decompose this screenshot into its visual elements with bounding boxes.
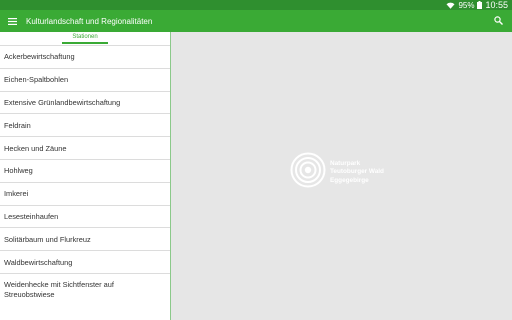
list-item[interactable]: Eichen-Spaltbohlen [0,67,170,91]
list-item[interactable]: Hohlweg [0,158,170,182]
list-item-label: Ackerbewirtschaftung [4,52,75,62]
main-content: Naturpark Teutoburger Wald Eggegebirge [171,32,512,320]
clock: 10:55 [485,0,508,10]
list-item-label: Solitärbaum und Flurkreuz [4,234,91,244]
list-item-label-line1: Weidenhecke mit Sichtfenster auf [4,279,114,289]
logo-line1: Naturpark [330,160,361,168]
list-item-label: Lesesteinhaufen [4,211,59,221]
list-item-label: Imkerei [4,189,29,199]
list-item[interactable]: Hecken und Zäune [0,136,170,159]
menu-icon [7,12,17,30]
naturpark-emblem-icon [289,151,327,194]
list-item[interactable]: Feldrain [0,113,170,136]
logo-text: Naturpark Teutoburger Wald Eggegebirge [330,160,384,185]
list-item[interactable]: Solitärbaum und Flurkreuz [0,227,170,250]
list-item-label: Waldbewirtschaftung [4,257,73,267]
list-item[interactable]: Lesesteinhaufen [0,204,170,228]
stations-sidebar: Stationen Ackerbewirtschaftung Eichen-Sp… [0,32,171,320]
search-icon [493,12,503,30]
list-item-label: Extensive Grünlandbewirtschaftung [4,97,121,107]
page-title: Kulturlandschaft und Regionalitäten [26,16,153,26]
list-item-label-line2: Streuobstwiese [4,289,55,299]
status-indicators: 95% 10:55 [446,0,508,10]
search-button[interactable] [490,13,506,29]
list-item[interactable]: Weidenhecke mit Sichtfenster auf Streuob… [0,272,170,305]
logo-line3: Eggegebirge [330,176,369,184]
naturpark-logo: Naturpark Teutoburger Wald Eggegebirge [289,151,384,194]
list-item-label: Eichen-Spaltbohlen [4,75,69,85]
stations-list: Ackerbewirtschaftung Eichen-Spaltbohlen … [0,45,170,305]
status-bar: 95% 10:55 [0,0,512,10]
battery-icon [477,1,483,9]
list-item-label: Hohlweg [4,166,33,176]
wifi-icon [446,2,455,9]
tab-stationen[interactable]: Stationen [62,33,108,44]
battery-percent: 95% [458,0,475,10]
logo-line2: Teutoburger Wald [330,168,384,176]
list-item-label: Weidenhecke mit Sichtfenster auf Streuob… [4,280,114,300]
list-item[interactable]: Extensive Grünlandbewirtschaftung [0,90,170,114]
list-item[interactable]: Imkerei [0,181,170,205]
menu-button[interactable] [1,10,23,32]
list-item[interactable]: Waldbewirtschaftung [0,250,170,273]
app-bar: Kulturlandschaft und Regionalitäten [0,10,512,32]
list-item-label: Feldrain [4,120,31,130]
list-item[interactable]: Ackerbewirtschaftung [0,45,170,68]
list-item-label: Hecken und Zäune [4,143,67,153]
